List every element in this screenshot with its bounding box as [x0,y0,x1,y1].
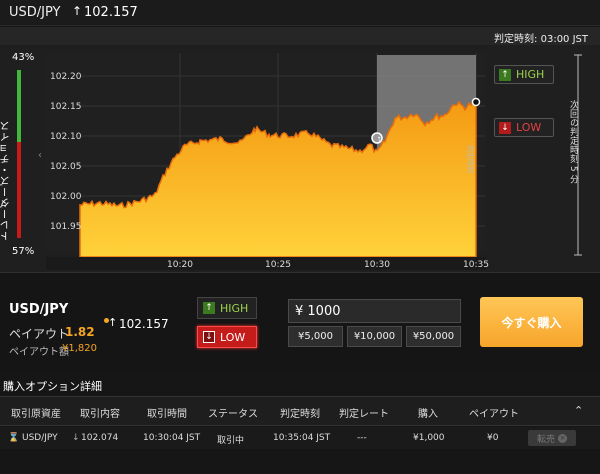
next-expiry-label: 次回の判定時刻 5 分 [568,100,578,184]
y-tick: 102.15 [50,102,82,112]
payout-label: ペイアウト [9,327,70,341]
expiry-marker-label: 判定時刻 [466,145,475,173]
row-asset: USD/JPY [22,433,58,443]
column-header: 判定レート [339,409,389,420]
column-header: ペイアウト [469,409,519,420]
payout-value: 1.82 [65,325,95,339]
resell-label: 転売 [536,434,555,445]
low-label: LOW [220,330,246,344]
column-header: ステータス [208,409,258,420]
y-tick: 102.10 [50,132,82,142]
arrow-down-icon: ↓ [499,121,511,134]
hourglass-icon: ⌛ [8,433,20,443]
y-tick: 101.95 [50,222,82,232]
row-expiry: 10:35:04 JST [273,433,331,443]
resell-button[interactable]: 転売 × [528,430,576,446]
preset-10000-button[interactable]: ¥10,000 [347,326,402,347]
entry-marker-glyph: ↑ [376,136,381,143]
options-title: 購入オプション詳細 [3,380,102,393]
buy-now-button[interactable]: 今すぐ購入 [480,297,583,347]
row-expiry-rate: --- [357,433,367,443]
preset-50000-button[interactable]: ¥50,000 [406,326,461,347]
high-button[interactable]: ↑ HIGH [197,297,257,319]
current-rate: 102.157 [84,5,138,20]
payout-amount: ¥1,820 [62,343,97,354]
column-header: 取引時間 [147,409,187,420]
x-tick: 10:20 [167,260,193,270]
trade-rate: 102.157 [119,317,169,331]
y-tick: 102.00 [50,192,82,202]
collapse-chevron-icon[interactable]: ⌃ [574,404,583,417]
row-content: 102.074 [81,433,119,443]
low-button[interactable]: ↓ LOW [197,326,257,348]
arrow-up-icon: ↑ [72,4,83,18]
y-tick: 102.05 [50,162,82,172]
chart-low-button[interactable]: ↓ LOW [494,118,554,137]
close-icon: × [558,433,567,443]
arrow-down-icon: ↓ [72,433,80,443]
asset-pair-title: USD/JPY [9,5,61,20]
preset-5000-button[interactable]: ¥5,000 [288,326,343,347]
chart-low-label: LOW [516,121,542,134]
trade-pair: USD/JPY [9,302,69,317]
expiry-time: 判定時刻: 03:00 JST [494,34,588,45]
current-price-marker [471,97,481,107]
x-tick: 10:35 [463,260,489,270]
chart-high-button[interactable]: ↑ HIGH [494,65,554,84]
x-tick: 10:25 [265,260,291,270]
arrow-up-icon: ↑ [203,302,215,314]
column-header: 取引内容 [80,409,120,420]
y-tick: 102.20 [50,72,82,82]
row-trade-time: 10:30:04 JST [143,433,201,443]
column-header: 取引原資産 [11,409,61,420]
arrow-down-icon: ↓ [203,331,215,343]
column-header: 判定時刻 [280,409,320,420]
amount-input[interactable] [288,299,461,323]
row-status: 取引中 [217,436,245,446]
payout-amount-label: ペイアウト額 [9,347,69,358]
chart-high-label: HIGH [516,68,545,81]
arrow-up-icon: ↑ [108,316,118,329]
row-payout: ¥0 [487,433,499,443]
arrow-up-icon: ↑ [499,68,511,81]
high-label: HIGH [220,301,249,315]
x-tick: 10:30 [364,260,390,270]
column-header: 購入 [418,409,438,420]
row-purchase: ¥1,000 [413,433,445,443]
